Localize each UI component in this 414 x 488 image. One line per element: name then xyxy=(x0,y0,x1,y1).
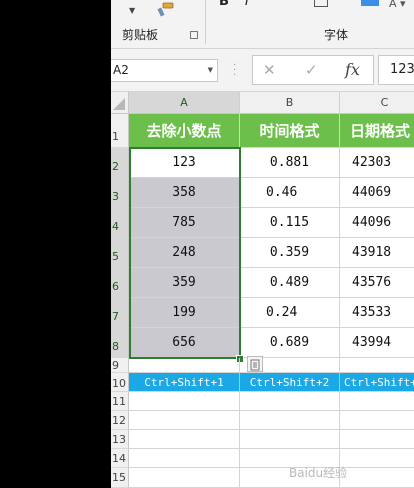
row-header-5[interactable]: 5 xyxy=(111,238,129,268)
row-header-7[interactable]: 7 xyxy=(111,298,129,328)
column-divider-ab-row9 xyxy=(239,358,240,373)
cell-c2[interactable]: 42303 xyxy=(340,148,414,178)
cancel-formula-button[interactable]: ✕ xyxy=(263,61,276,79)
row-12-cells xyxy=(129,411,414,430)
cell-a6[interactable]: 359 xyxy=(129,268,240,298)
cell-c5[interactable]: 43918 xyxy=(340,238,414,268)
row-header-11[interactable]: 11 xyxy=(111,392,129,411)
row-header-4[interactable]: 4 xyxy=(111,208,129,238)
formula-bar: A2 ▼ · · · ✕ ✓ fx 123 xyxy=(111,49,414,92)
shortcut-cell-a10[interactable]: Ctrl+Shift+1 xyxy=(129,373,240,392)
drag-handle-icon[interactable]: · · · xyxy=(233,61,236,81)
clipboard-group-label: 剪贴板 xyxy=(122,28,159,42)
cell-a7[interactable]: 199 xyxy=(129,298,240,328)
row-header-14[interactable]: 14 xyxy=(111,449,129,468)
font-color-icon[interactable]: A ▾ xyxy=(389,0,406,10)
cell-c6[interactable]: 43576 xyxy=(340,268,414,298)
row-header-9[interactable]: 9 xyxy=(111,358,129,373)
ribbon-divider xyxy=(205,0,206,44)
ribbon: ▼ B I A ▾ 剪贴板 字体 xyxy=(111,0,414,49)
cell-b5[interactable]: 0.359 xyxy=(240,238,340,268)
borders-icon[interactable] xyxy=(314,0,328,7)
cell-a5[interactable]: 248 xyxy=(129,238,240,268)
clipboard-launcher-icon[interactable] xyxy=(190,31,198,39)
row-header-3[interactable]: 3 xyxy=(111,178,129,208)
cell-b4[interactable]: 0.115 xyxy=(240,208,340,238)
cell-b2[interactable]: 0.881 xyxy=(240,148,340,178)
cell-b8[interactable]: 0.689 xyxy=(240,328,340,358)
cell-b6[interactable]: 0.489 xyxy=(240,268,340,298)
row-header-2[interactable]: 2 xyxy=(111,148,129,178)
row-header-10[interactable]: 10 xyxy=(111,373,129,392)
shortcut-cell-c10[interactable]: Ctrl+Shift+3 xyxy=(340,373,414,392)
select-all-corner[interactable] xyxy=(111,92,129,114)
fill-color-icon[interactable] xyxy=(361,0,379,6)
header-cell-date[interactable]: 日期格式 xyxy=(340,114,414,148)
row-header-6[interactable]: 6 xyxy=(111,268,129,298)
bold-button[interactable]: B xyxy=(219,0,229,9)
cell-a8[interactable]: 656 xyxy=(129,328,240,358)
cell-c7[interactable]: 43533 xyxy=(340,298,414,328)
spreadsheet-window: ▼ B I A ▾ 剪贴板 字体 A2 ▼ ··· ✕ ✓ fx 123 A xyxy=(111,0,414,488)
format-painter-icon[interactable] xyxy=(157,2,177,18)
cell-b3[interactable]: 0.46 xyxy=(240,178,340,208)
shortcut-cell-b10[interactable]: Ctrl+Shift+2 xyxy=(240,373,340,392)
row-header-13[interactable]: 13 xyxy=(111,430,129,449)
row-14-cells xyxy=(129,449,414,468)
insert-function-button[interactable]: fx xyxy=(345,60,360,79)
header-cell-decimal[interactable]: 去除小数点 xyxy=(129,114,240,148)
column-divider-ab xyxy=(239,392,240,488)
watermark-text: Baidu经验 xyxy=(289,466,348,480)
name-box[interactable]: A2 ▼ xyxy=(111,59,218,82)
name-box-value: A2 xyxy=(113,63,129,77)
header-cell-time[interactable]: 时间格式 xyxy=(240,114,340,148)
row-11-cells xyxy=(129,392,414,411)
row-header-12[interactable]: 12 xyxy=(111,411,129,430)
dropdown-arrow-icon[interactable]: ▼ xyxy=(129,6,135,15)
name-box-dropdown-icon[interactable]: ▼ xyxy=(208,66,213,74)
row-15-cells xyxy=(129,468,414,488)
column-divider-bc-row9 xyxy=(339,358,340,373)
italic-button[interactable]: I xyxy=(245,0,249,9)
column-header-c[interactable]: C xyxy=(340,92,414,114)
formula-input-value: 123 xyxy=(390,62,414,77)
column-header-b[interactable]: B xyxy=(240,92,340,114)
row-13-cells xyxy=(129,430,414,449)
column-header-a[interactable]: A xyxy=(129,92,240,114)
cell-c3[interactable]: 44069 xyxy=(340,178,414,208)
row-header-1[interactable]: 1 xyxy=(111,114,129,148)
row-9-cells xyxy=(129,358,414,373)
cell-a4[interactable]: 785 xyxy=(129,208,240,238)
row-header-15[interactable]: 15 xyxy=(111,468,129,488)
baidu-watermark: Baidu经验 xyxy=(289,464,347,481)
enter-formula-button[interactable]: ✓ xyxy=(305,61,318,79)
formula-input[interactable]: 123 xyxy=(378,55,414,85)
row-header-8[interactable]: 8 xyxy=(111,328,129,358)
cell-a2[interactable]: 123 xyxy=(129,148,240,178)
cell-b7[interactable]: 0.24 xyxy=(240,298,340,328)
cell-c4[interactable]: 44096 xyxy=(340,208,414,238)
cell-a3[interactable]: 358 xyxy=(129,178,240,208)
cell-c8[interactable]: 43994 xyxy=(340,328,414,358)
formula-buttons: ✕ ✓ fx xyxy=(252,55,374,85)
font-group-label: 字体 xyxy=(324,28,349,42)
paste-options-icon[interactable] xyxy=(247,356,263,372)
sheet-grid: A B C 1 2 3 4 5 6 7 8 9 10 11 12 13 14 1… xyxy=(111,92,414,488)
